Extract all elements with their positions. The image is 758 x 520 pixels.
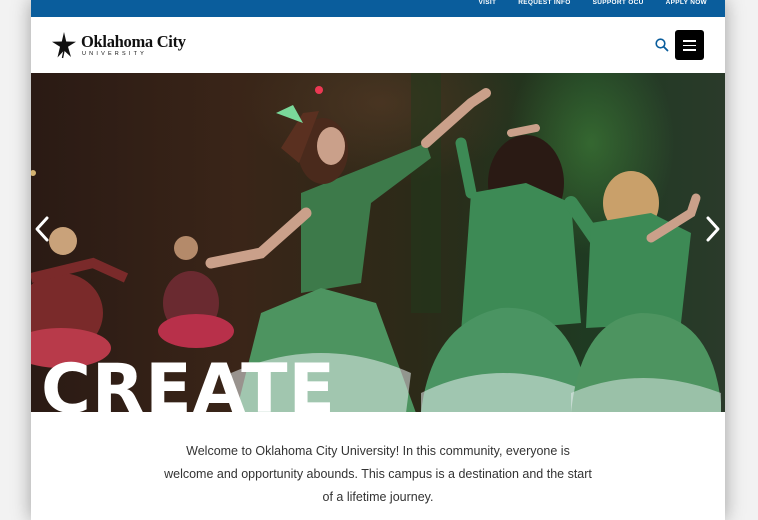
page: VISIT REQUEST INFO SUPPORT OCU APPLY NOW…: [31, 0, 725, 520]
hamburger-menu-icon-bar: [683, 44, 696, 47]
hero-carousel: CREATE: [31, 73, 725, 412]
hero-headline: CREATE: [41, 350, 336, 413]
utility-link-support-ocu[interactable]: SUPPORT OCU: [593, 0, 644, 11]
hamburger-menu-icon-bar: [683, 49, 696, 51]
logo-subtitle: UNIVERSITY: [82, 50, 148, 57]
utility-links: VISIT REQUEST INFO SUPPORT OCU APPLY NOW: [457, 0, 707, 11]
star-logo-icon: [52, 32, 76, 59]
hamburger-menu-icon: [683, 40, 696, 42]
logo-text: Oklahoma City UNIVERSITY: [81, 33, 186, 58]
utility-bar: VISIT REQUEST INFO SUPPORT OCU APPLY NOW: [31, 0, 725, 17]
university-logo[interactable]: Oklahoma City UNIVERSITY: [51, 29, 186, 61]
logo-name: Oklahoma City: [81, 31, 186, 51]
search-icon[interactable]: [654, 37, 670, 53]
menu-button[interactable]: [675, 30, 704, 60]
chevron-right-icon[interactable]: [704, 215, 722, 243]
utility-link-request-info[interactable]: REQUEST INFO: [518, 0, 570, 11]
utility-link-visit[interactable]: VISIT: [479, 0, 497, 11]
intro-text: Welcome to Oklahoma City University! In …: [164, 444, 592, 504]
site-header: Oklahoma City UNIVERSITY: [31, 17, 725, 73]
utility-link-apply-now[interactable]: APPLY NOW: [666, 0, 707, 11]
intro-section: Welcome to Oklahoma City University! In …: [31, 412, 725, 520]
chevron-left-icon[interactable]: [33, 215, 51, 243]
